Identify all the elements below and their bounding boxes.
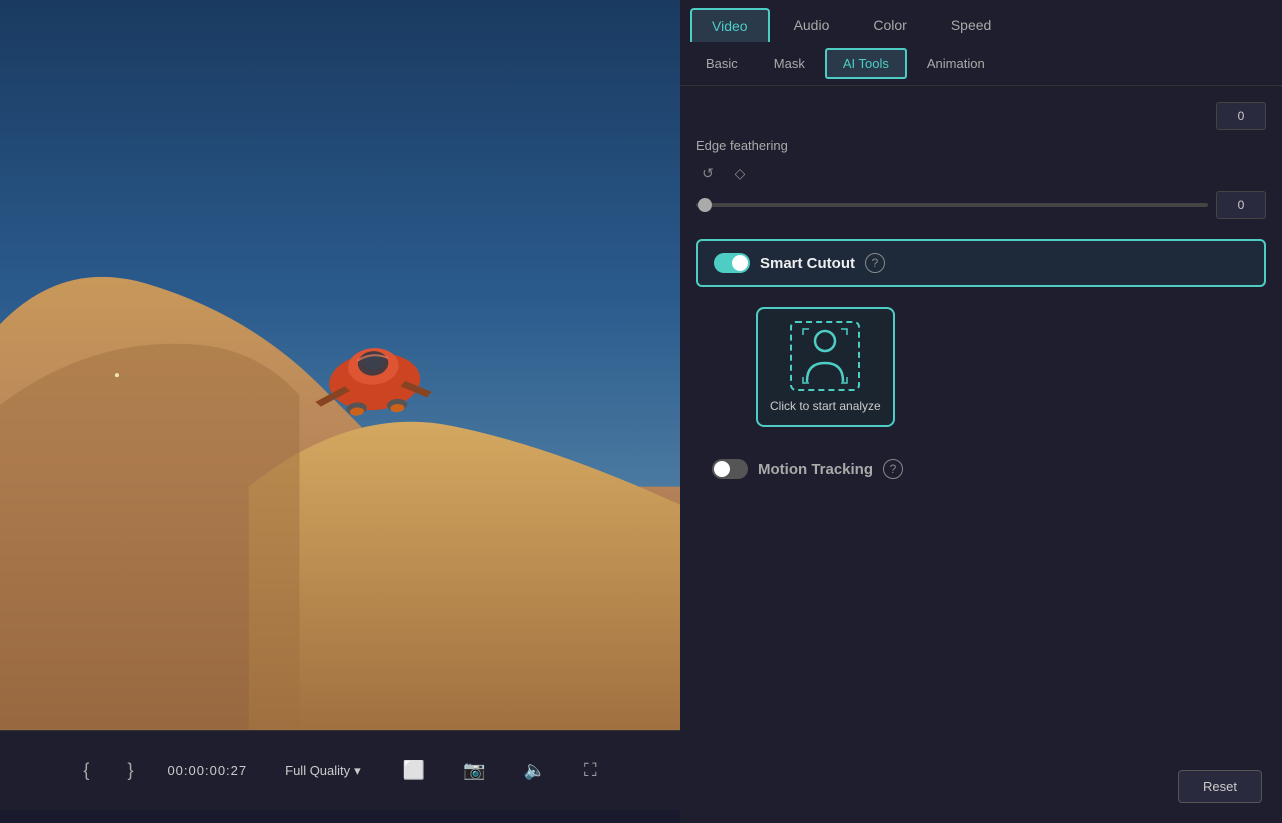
video-panel xyxy=(0,0,680,730)
person-icon xyxy=(801,327,849,385)
analyze-icon-box xyxy=(790,321,860,391)
snapshot-icon[interactable]: 📷 xyxy=(459,756,489,785)
reset-slider-icon[interactable]: ↺ xyxy=(696,161,720,185)
edge-feathering-value[interactable]: 0 xyxy=(1216,191,1266,219)
mark-in-button[interactable]: { xyxy=(79,756,93,785)
analyze-label: Click to start analyze xyxy=(770,399,881,413)
fullscreen-icon[interactable]: ⛶ xyxy=(580,756,601,785)
panel-content: 0 Edge feathering ↺ ◇ 0 xyxy=(680,86,1282,823)
smart-cutout-row: Smart Cutout ? xyxy=(696,239,1266,287)
motion-tracking-label: Motion Tracking xyxy=(758,461,873,478)
edge-feathering-thumb[interactable] xyxy=(698,198,712,212)
subtab-animation[interactable]: Animation xyxy=(911,50,1001,77)
reset-button[interactable]: Reset xyxy=(1178,770,1262,803)
scene-svg xyxy=(0,0,680,730)
smart-cutout-help-icon[interactable]: ? xyxy=(865,253,885,273)
smart-cutout-label: Smart Cutout xyxy=(760,255,855,272)
video-canvas xyxy=(0,0,680,730)
edge-feathering-section: Edge feathering ↺ ◇ 0 xyxy=(696,138,1266,219)
keyframe-icon[interactable]: ◇ xyxy=(728,161,752,185)
quality-label: Full Quality xyxy=(285,763,350,778)
edge-feathering-label: Edge feathering xyxy=(696,138,1266,153)
motion-tracking-help-icon[interactable]: ? xyxy=(883,459,903,479)
analyze-button[interactable]: Click to start analyze xyxy=(756,307,895,427)
tab-audio[interactable]: Audio xyxy=(774,9,850,41)
edge-feathering-track[interactable] xyxy=(696,203,1208,207)
tab-speed[interactable]: Speed xyxy=(931,9,1011,41)
motion-tracking-row: Motion Tracking ? xyxy=(696,447,1266,491)
quality-dropdown[interactable]: Full Quality ▾ xyxy=(277,759,369,783)
subtab-basic[interactable]: Basic xyxy=(690,50,754,77)
video-controls: { } 00:00:00:27 Full Quality ▾ ⬜ 📷 🔈 ⛶ xyxy=(0,730,680,810)
subtab-mask[interactable]: Mask xyxy=(758,50,821,77)
tabs-row-1: Video Audio Color Speed xyxy=(680,0,1282,42)
right-panel: 1 2 3 4 Video Audio Color Speed Basic Ma… xyxy=(680,0,1282,823)
tab-video[interactable]: Video xyxy=(690,8,770,42)
timecode-display: 00:00:00:27 xyxy=(167,763,247,778)
tabs-row-2: Basic Mask AI Tools Animation xyxy=(680,42,1282,86)
mark-out-button[interactable]: } xyxy=(123,756,137,785)
subtab-ai-tools[interactable]: AI Tools xyxy=(825,48,907,79)
top-value-box[interactable]: 0 xyxy=(1216,102,1266,130)
motion-tracking-toggle[interactable] xyxy=(712,459,748,479)
motion-toggle-knob xyxy=(714,461,730,477)
tab-color[interactable]: Color xyxy=(853,9,926,41)
smart-cutout-toggle[interactable] xyxy=(714,253,750,273)
toggle-knob xyxy=(732,255,748,271)
volume-icon[interactable]: 🔈 xyxy=(520,756,550,785)
monitor-icon[interactable]: ⬜ xyxy=(399,756,429,785)
analyze-section: Click to start analyze xyxy=(696,307,1266,427)
chevron-down-icon: ▾ xyxy=(354,763,361,779)
